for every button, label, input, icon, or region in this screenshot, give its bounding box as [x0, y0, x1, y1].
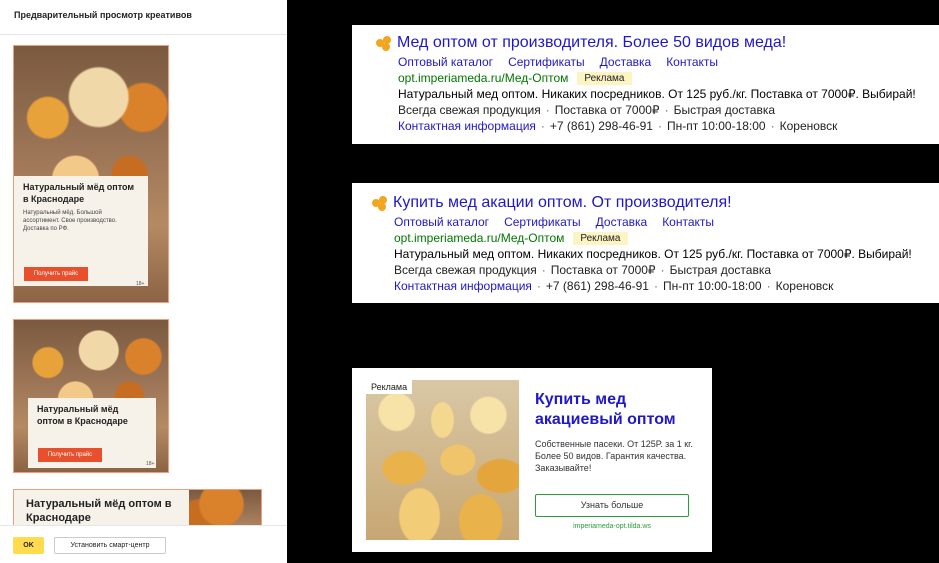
panel-title: Предварительный просмотр креативов: [14, 10, 192, 20]
image-ad-domain[interactable]: imperiameda-opt.tilda.ws: [535, 523, 689, 530]
creative-horizontal[interactable]: Натуральный мёд оптом в Краснодаре: [13, 489, 262, 525]
hours: Пн-пт 10:00-18:00: [666, 119, 766, 133]
image-ad-title[interactable]: Купить мед акациевый оптом: [535, 390, 695, 430]
text-ad-1[interactable]: Мед оптом от производителя. Более 50 вид…: [352, 25, 939, 144]
feature-item: Всегда свежая продукция: [398, 103, 541, 117]
city: Кореновск: [775, 279, 834, 293]
sitelink-delivery[interactable]: Доставка: [596, 215, 648, 229]
sitelinks: Оптовый каталог Сертификаты Доставка Кон…: [398, 55, 939, 69]
learn-more-button[interactable]: Узнать больше: [535, 494, 689, 517]
ad-title-link[interactable]: Мед оптом от производителя. Более 50 вид…: [397, 34, 786, 52]
creative-headline: Натуральный мёд оптом в Краснодаре: [37, 404, 128, 426]
creative-headline: Натуральный мёд оптом в Краснодаре: [23, 182, 135, 204]
creative-vertical[interactable]: Натуральный мёд оптом в Краснодаре Натур…: [13, 45, 169, 303]
preview-panel: Предварительный просмотр креативов Натур…: [0, 0, 287, 563]
panel-footer: OK Установить смарт-центр: [0, 525, 287, 563]
feature-item: Поставка от 7000₽: [550, 263, 656, 277]
image-ad[interactable]: Реклама Купить мед акациевый оптом Собст…: [352, 368, 712, 552]
phone: +7 (861) 298-46-91: [545, 279, 649, 293]
sitelink-certificates[interactable]: Сертификаты: [508, 55, 585, 69]
sitelink-catalog[interactable]: Оптовый каталог: [394, 215, 489, 229]
ad-badge: Реклама: [573, 231, 628, 245]
text-ad-2[interactable]: Купить мед акации оптом. От производител…: [352, 183, 939, 303]
feature-item: Быстрая доставка: [669, 263, 772, 277]
phone: +7 (861) 298-46-91: [549, 119, 653, 133]
honeycomb-logo-icon: [372, 196, 388, 211]
ad-description: Натуральный мед оптом. Никаких посредник…: [398, 87, 916, 101]
sitelink-catalog[interactable]: Оптовый каталог: [398, 55, 493, 69]
contact-info-link[interactable]: Контактная информация: [398, 119, 536, 133]
ad-badge: Реклама: [577, 71, 632, 85]
image-ad-text: Собственные пасеки. От 125Р. за 1 кг. Бо…: [535, 439, 693, 473]
creative-square[interactable]: Натуральный мёд оптом в Краснодаре Получ…: [13, 319, 169, 473]
creatives-list[interactable]: Натуральный мёд оптом в Краснодаре Натур…: [0, 35, 287, 525]
creative-text: Натуральный мёд. Большой ассортимент. Св…: [23, 210, 117, 232]
sitelink-certificates[interactable]: Сертификаты: [504, 215, 581, 229]
ad-features: Всегда свежая продукция · Поставка от 7000…: [398, 103, 776, 117]
get-price-button[interactable]: Получить прайс: [24, 267, 88, 281]
feature-item: Всегда свежая продукция: [394, 263, 537, 277]
hours: Пн-пт 10:00-18:00: [662, 279, 762, 293]
ad-badge: Реклама: [366, 380, 413, 394]
feature-item: Поставка от 7000₽: [554, 103, 660, 117]
install-smart-center-button[interactable]: Установить смарт-центр: [54, 537, 166, 554]
sitelink-delivery[interactable]: Доставка: [600, 55, 652, 69]
honeycomb-logo-icon: [376, 36, 392, 51]
feature-item: Быстрая доставка: [673, 103, 776, 117]
sitelink-contacts[interactable]: Контакты: [662, 215, 714, 229]
sitelinks: Оптовый каталог Сертификаты Доставка Кон…: [394, 215, 939, 229]
sitelink-contacts[interactable]: Контакты: [666, 55, 718, 69]
age-label: 18+: [136, 281, 145, 287]
ok-button[interactable]: OK: [13, 537, 44, 554]
city: Кореновск: [779, 119, 838, 133]
honey-jars-photo: Реклама: [366, 380, 519, 540]
age-label: 18+: [146, 461, 155, 467]
ad-title-link[interactable]: Купить мед акации оптом. От производител…: [393, 194, 732, 212]
ad-features: Всегда свежая продукция · Поставка от 7000…: [394, 263, 772, 277]
ad-contacts: Контактная информация · +7 (861) 298-46-91…: [398, 119, 838, 133]
ad-contacts: Контактная информация · +7 (861) 298-46-91…: [394, 279, 834, 293]
creative-headline: Натуральный мёд оптом в Краснодаре: [26, 498, 172, 524]
display-url[interactable]: opt.imperiameda.ru/Мед-Оптом: [394, 231, 564, 245]
display-url[interactable]: opt.imperiameda.ru/Мед-Оптом: [398, 71, 568, 85]
ad-description: Натуральный мед оптом. Никаких посредник…: [394, 247, 912, 261]
get-price-button[interactable]: Получить прайс: [38, 448, 102, 462]
creative-card: Натуральный мёд оптом в Краснодаре: [14, 490, 189, 525]
contact-info-link[interactable]: Контактная информация: [394, 279, 532, 293]
